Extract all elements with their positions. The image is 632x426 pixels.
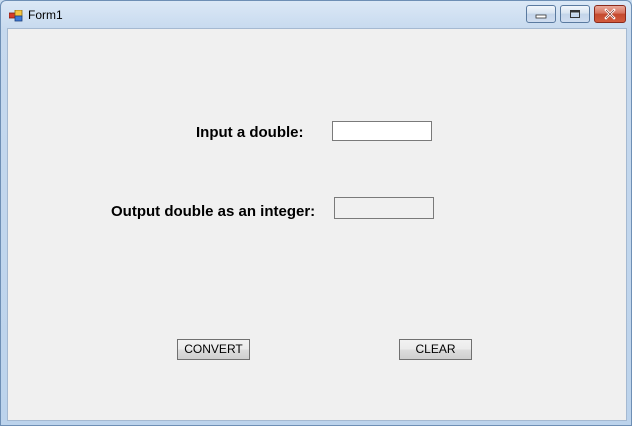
maximize-button[interactable] xyxy=(560,5,590,23)
input-label: Input a double: xyxy=(196,124,304,141)
form-client-area: Input a double: Output double as an inte… xyxy=(7,28,627,421)
input-double-field[interactable] xyxy=(332,121,432,141)
minimize-button[interactable] xyxy=(526,5,556,23)
clear-button[interactable]: CLEAR xyxy=(399,339,472,360)
close-button[interactable] xyxy=(594,5,626,23)
title-bar[interactable]: Form1 xyxy=(1,1,631,29)
convert-button[interactable]: CONVERT xyxy=(177,339,250,360)
output-integer-field[interactable] xyxy=(334,197,434,219)
output-label: Output double as an integer: xyxy=(111,203,316,220)
app-window: Form1 Input a double: Output double as a… xyxy=(0,0,632,426)
app-icon xyxy=(8,9,23,22)
window-title: Form1 xyxy=(28,8,63,22)
